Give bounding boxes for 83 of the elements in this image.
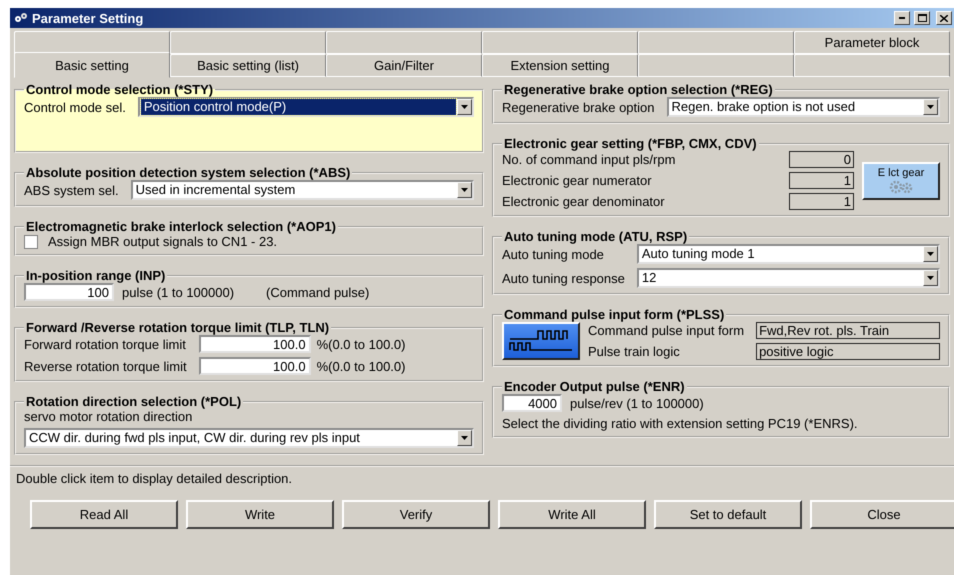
action-button[interactable]: Set to default <box>654 500 802 529</box>
field-label: Control mode sel. <box>24 100 126 114</box>
minimize-button[interactable] <box>894 11 910 25</box>
number-field[interactable]: 100.0 <box>198 335 311 353</box>
field-label: ABS system sel. <box>24 182 119 198</box>
app-icon <box>14 12 28 24</box>
number-field[interactable]: 100 <box>24 283 114 301</box>
dropdown-field[interactable]: Regen. brake option is not used <box>666 97 940 117</box>
field-label: Regenerative brake option <box>502 100 654 114</box>
value-display: 1 <box>789 193 854 210</box>
value-display: 1 <box>789 172 854 189</box>
dropdown-button[interactable] <box>457 430 472 446</box>
dropdown-button[interactable] <box>457 182 472 198</box>
caption-text: servo motor rotation direction <box>24 409 192 424</box>
group-title: Control mode selection (*STY) <box>25 82 214 97</box>
tab[interactable]: Parameter block <box>794 31 950 54</box>
checkbox[interactable] <box>24 234 38 248</box>
checkbox-label: Assign MBR output signals to CN1 - 23. <box>48 234 278 249</box>
tab[interactable]: Gain/Filter <box>326 54 482 77</box>
action-button[interactable]: Write All <box>498 500 646 529</box>
field-label: No. of command input pls/rpm <box>502 152 676 167</box>
tab[interactable]: Extension setting <box>482 54 638 77</box>
unit-label: %(0.0 to 100.0) <box>316 336 406 352</box>
group-title: Electronic gear setting (*FBP, CMX, CDV) <box>503 136 758 151</box>
dropdown-field[interactable]: CCW dir. during fwd pls input, CW dir. during rev pls input <box>24 428 474 448</box>
number-field[interactable]: 100.0 <box>198 357 311 375</box>
value-display: positive logic <box>756 343 940 360</box>
maximize-button[interactable] <box>914 11 930 25</box>
pulse-train-icon <box>508 328 574 354</box>
caption-text: Select the dividing ratio with extension setting PC19 (*ENRS). <box>502 416 858 431</box>
field-label: Pulse train logic <box>588 344 681 359</box>
field-label: Electronic gear denominator <box>502 194 666 209</box>
unit-label: pulse (1 to 100000) <box>122 284 234 300</box>
caret-icon <box>927 105 934 109</box>
caret-icon <box>461 436 468 440</box>
dropdown-button[interactable] <box>923 270 938 286</box>
caret-icon <box>461 188 468 192</box>
unit-label: %(0.0 to 100.0) <box>316 358 406 374</box>
field-label: Auto tuning response <box>502 270 625 286</box>
dropdown-button[interactable] <box>457 99 472 115</box>
caret-icon <box>461 105 468 109</box>
minimize-icon <box>899 17 905 19</box>
number-field[interactable]: 4000 <box>502 394 562 412</box>
value-display: 0 <box>789 151 854 168</box>
tab[interactable]: Basic setting <box>14 52 170 78</box>
caret-icon <box>927 252 934 256</box>
group-title: Rotation direction selection (*POL) <box>25 394 242 409</box>
action-button[interactable]: Close <box>810 500 954 529</box>
window-title: Parameter Setting <box>32 10 144 26</box>
dropdown-field[interactable]: Used in incremental system <box>130 180 474 200</box>
group-title: Auto tuning mode (ATU, RSP) <box>503 229 688 244</box>
dropdown-button[interactable] <box>923 99 938 115</box>
note-text: (Command pulse) <box>266 284 370 300</box>
group-title: Absolute position detection system selection (*ABS) <box>25 165 352 180</box>
action-button[interactable]: Verify <box>342 500 490 529</box>
dropdown-button[interactable] <box>923 246 938 262</box>
group-title: Forward /Reverse rotation torque limit (TLP, TLN) <box>25 320 330 335</box>
tab[interactable]: Basic setting (list) <box>170 54 326 77</box>
gears-icon <box>888 180 914 194</box>
field-label: Reverse rotation torque limit <box>24 358 187 374</box>
action-button[interactable]: Read All <box>30 500 178 529</box>
group-title: Regenerative brake option selection (*REG) <box>503 82 774 97</box>
field-label: Forward rotation torque limit <box>24 336 187 352</box>
close-icon <box>940 14 948 22</box>
action-button[interactable]: Write <box>186 500 334 529</box>
caret-icon <box>927 276 934 280</box>
unit-label: pulse/rev (1 to 100000) <box>570 396 704 410</box>
group-title: Encoder Output pulse (*ENR) <box>503 379 686 394</box>
close-button[interactable] <box>936 11 952 25</box>
field-label: Electronic gear numerator <box>502 173 653 188</box>
pulse-form-button[interactable] <box>502 322 580 360</box>
field-label: Auto tuning mode <box>502 246 605 262</box>
electronic-gear-button[interactable]: E lct gear <box>862 162 940 200</box>
value-display: Fwd,Rev rot. pls. Train <box>756 322 940 339</box>
maximize-icon <box>918 14 926 22</box>
dropdown-field[interactable]: Auto tuning mode 1 <box>636 244 940 264</box>
field-label: Command pulse input form <box>588 323 744 338</box>
dropdown-field[interactable]: Position control mode(P) <box>138 97 474 117</box>
group-title: In-position range (INP) <box>25 268 166 283</box>
status-text: Double click item to display detailed description. <box>15 470 294 486</box>
group-title: Command pulse input form (*PLSS) <box>503 307 726 322</box>
group-title: Electromagnetic brake interlock selection (*AOP1) <box>25 219 337 234</box>
dropdown-field[interactable]: 12 <box>636 268 940 288</box>
